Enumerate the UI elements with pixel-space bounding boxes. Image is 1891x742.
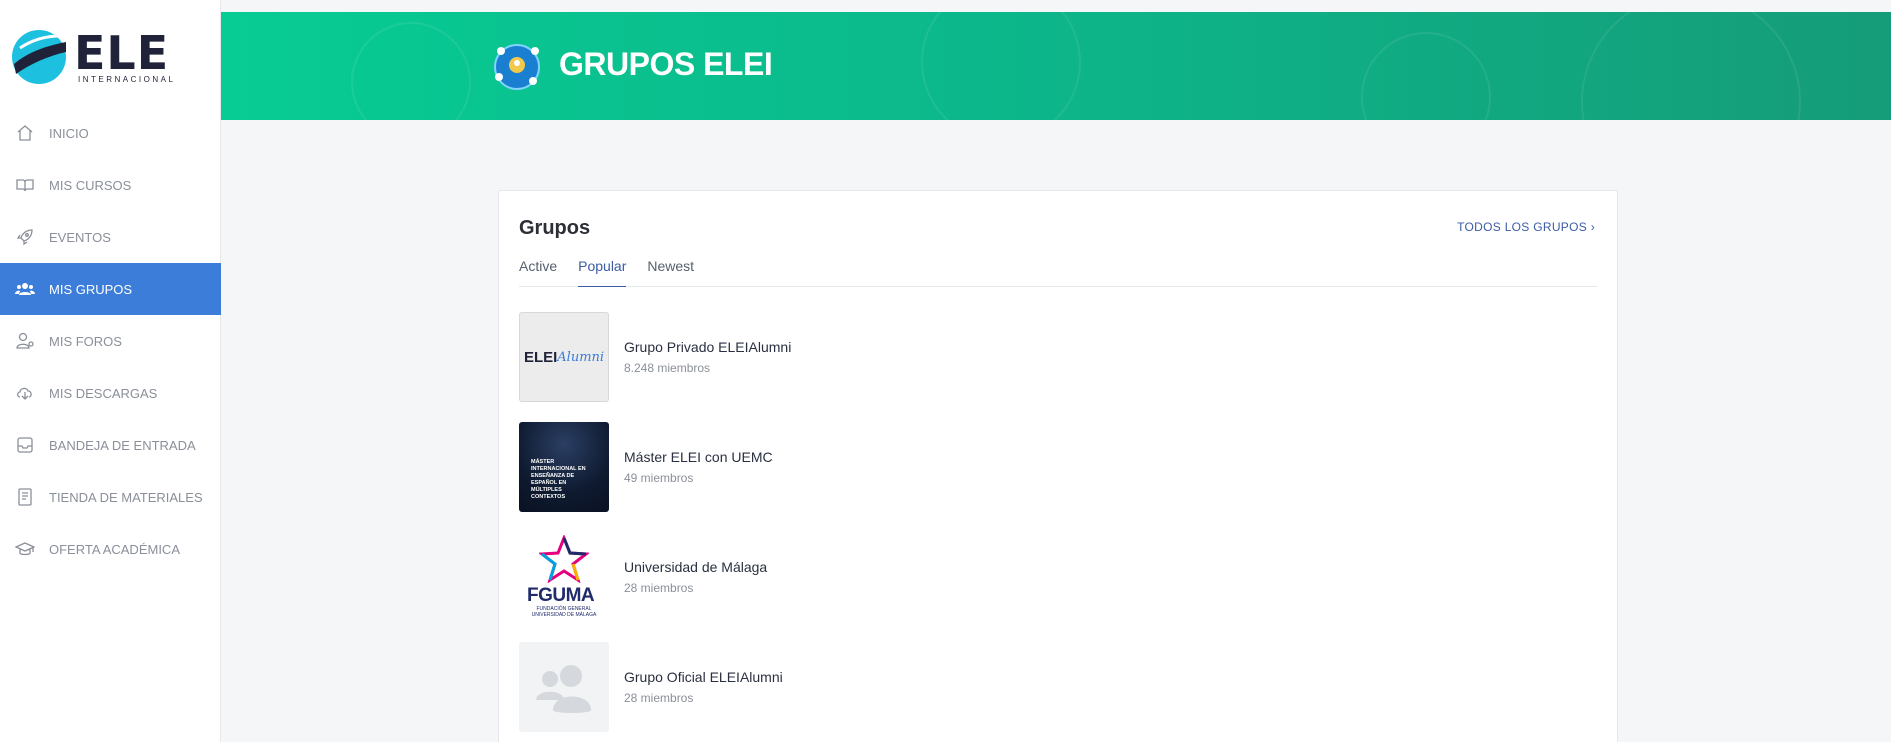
- group-tabs: Active Popular Newest: [519, 255, 1597, 287]
- thumb-subtext: FUNDACIÓN GENERAL UNIVERSIDAD DE MÁLAGA: [531, 606, 597, 618]
- tab-popular[interactable]: Popular: [578, 255, 627, 287]
- group-name[interactable]: Grupo Oficial ELEIAlumni: [624, 669, 783, 685]
- thumb-text: Alumni: [557, 349, 605, 365]
- banner-decoration: [1581, 12, 1801, 120]
- brand-logo[interactable]: ELE INTERNACIONAL: [10, 28, 175, 86]
- group-name[interactable]: Máster ELEI con UEMC: [624, 449, 773, 465]
- banner-decoration: [921, 12, 1081, 120]
- member-count: 28 miembros: [624, 581, 694, 595]
- sidebar-item-label: EVENTOS: [49, 229, 111, 245]
- list-item[interactable]: ELEI Alumni Grupo Privado ELEIAlumni 8.2…: [519, 312, 791, 402]
- sidebar-item-inicio[interactable]: INICIO: [0, 107, 221, 159]
- home-icon: [14, 122, 36, 144]
- list-item[interactable]: Grupo Oficial ELEIAlumni 28 miembros: [519, 642, 791, 732]
- thumb-text: MÁSTER INTERNACIONAL EN ENSEÑANZA DE ESP…: [531, 459, 586, 500]
- document-icon: [14, 486, 36, 508]
- thumb-text: ELEI: [523, 348, 558, 366]
- sidebar-item-mis-grupos[interactable]: MIS GRUPOS: [0, 263, 221, 315]
- group-name[interactable]: Universidad de Málaga: [624, 559, 767, 575]
- sidebar-item-label: MIS CURSOS: [49, 177, 132, 193]
- brand-name: ELE: [74, 25, 170, 80]
- user-forum-icon: [14, 330, 36, 352]
- sidebar: ELE INTERNACIONAL INICIO MIS CURSOS EVEN…: [0, 0, 221, 742]
- sidebar-item-tienda-de-materiales[interactable]: TIENDA DE MATERIALES: [0, 471, 221, 523]
- star-logo-icon: [539, 535, 589, 583]
- sidebar-item-label: OFERTA ACADÉMICA: [49, 541, 180, 557]
- sidebar-item-mis-cursos[interactable]: MIS CURSOS: [0, 159, 221, 211]
- group-list: ELEI Alumni Grupo Privado ELEIAlumni 8.2…: [519, 312, 791, 742]
- groups-globe-icon: [494, 44, 540, 90]
- sidebar-item-label: BANDEJA DE ENTRADA: [49, 437, 196, 453]
- member-count: 49 miembros: [624, 471, 694, 485]
- all-groups-link[interactable]: TODOS LOS GRUPOS ›: [1457, 220, 1595, 234]
- banner-decoration: [351, 22, 471, 120]
- page-banner: GRUPOS ELEI: [221, 12, 1891, 120]
- book-icon: [14, 174, 36, 196]
- inbox-icon: [14, 434, 36, 456]
- sidebar-item-mis-foros[interactable]: MIS FOROS: [0, 315, 221, 367]
- banner-decoration: [1361, 32, 1491, 120]
- chevron-right-icon: ›: [1590, 220, 1595, 234]
- group-thumbnail[interactable]: FGUMA FUNDACIÓN GENERAL UNIVERSIDAD DE M…: [519, 532, 609, 622]
- tab-newest[interactable]: Newest: [647, 255, 694, 287]
- users-icon: [14, 278, 36, 300]
- list-item[interactable]: MÁSTER INTERNACIONAL EN ENSEÑANZA DE ESP…: [519, 422, 791, 512]
- group-name[interactable]: Grupo Privado ELEIAlumni: [624, 339, 791, 355]
- sidebar-item-label: TIENDA DE MATERIALES: [49, 489, 203, 505]
- sidebar-item-label: MIS GRUPOS: [49, 281, 133, 297]
- group-thumbnail[interactable]: [519, 642, 609, 732]
- graduation-cap-icon: [14, 538, 36, 560]
- list-item[interactable]: FGUMA FUNDACIÓN GENERAL UNIVERSIDAD DE M…: [519, 532, 791, 622]
- sidebar-item-oferta-academica[interactable]: OFERTA ACADÉMICA: [0, 523, 221, 575]
- groups-card: Grupos TODOS LOS GRUPOS › Active Popular…: [498, 190, 1618, 742]
- group-thumbnail[interactable]: ELEI Alumni: [519, 312, 609, 402]
- rocket-icon: [14, 226, 36, 248]
- sidebar-item-label: MIS FOROS: [49, 333, 122, 349]
- member-count: 8.248 miembros: [624, 361, 711, 375]
- sidebar-item-mis-descargas[interactable]: MIS DESCARGAS: [0, 367, 221, 419]
- sidebar-item-eventos[interactable]: EVENTOS: [0, 211, 221, 263]
- member-count: 28 miembros: [624, 691, 694, 705]
- thumb-text: FGUMA: [527, 585, 595, 606]
- brand-subtitle: INTERNACIONAL: [78, 74, 176, 84]
- sidebar-item-label: INICIO: [49, 125, 89, 141]
- default-group-avatar-icon: [536, 665, 591, 713]
- cloud-download-icon: [14, 382, 36, 404]
- page-title: GRUPOS ELEI: [559, 46, 773, 82]
- sidebar-item-label: MIS DESCARGAS: [49, 385, 158, 401]
- tab-active[interactable]: Active: [519, 255, 557, 287]
- all-groups-label: TODOS LOS GRUPOS: [1457, 220, 1588, 234]
- logo-mark-icon: [12, 30, 66, 84]
- group-thumbnail[interactable]: MÁSTER INTERNACIONAL EN ENSEÑANZA DE ESP…: [519, 422, 609, 512]
- card-title: Grupos: [519, 217, 591, 239]
- sidebar-nav: INICIO MIS CURSOS EVENTOS MIS GRUPOS MIS…: [0, 107, 221, 575]
- sidebar-item-bandeja-de-entrada[interactable]: BANDEJA DE ENTRADA: [0, 419, 221, 471]
